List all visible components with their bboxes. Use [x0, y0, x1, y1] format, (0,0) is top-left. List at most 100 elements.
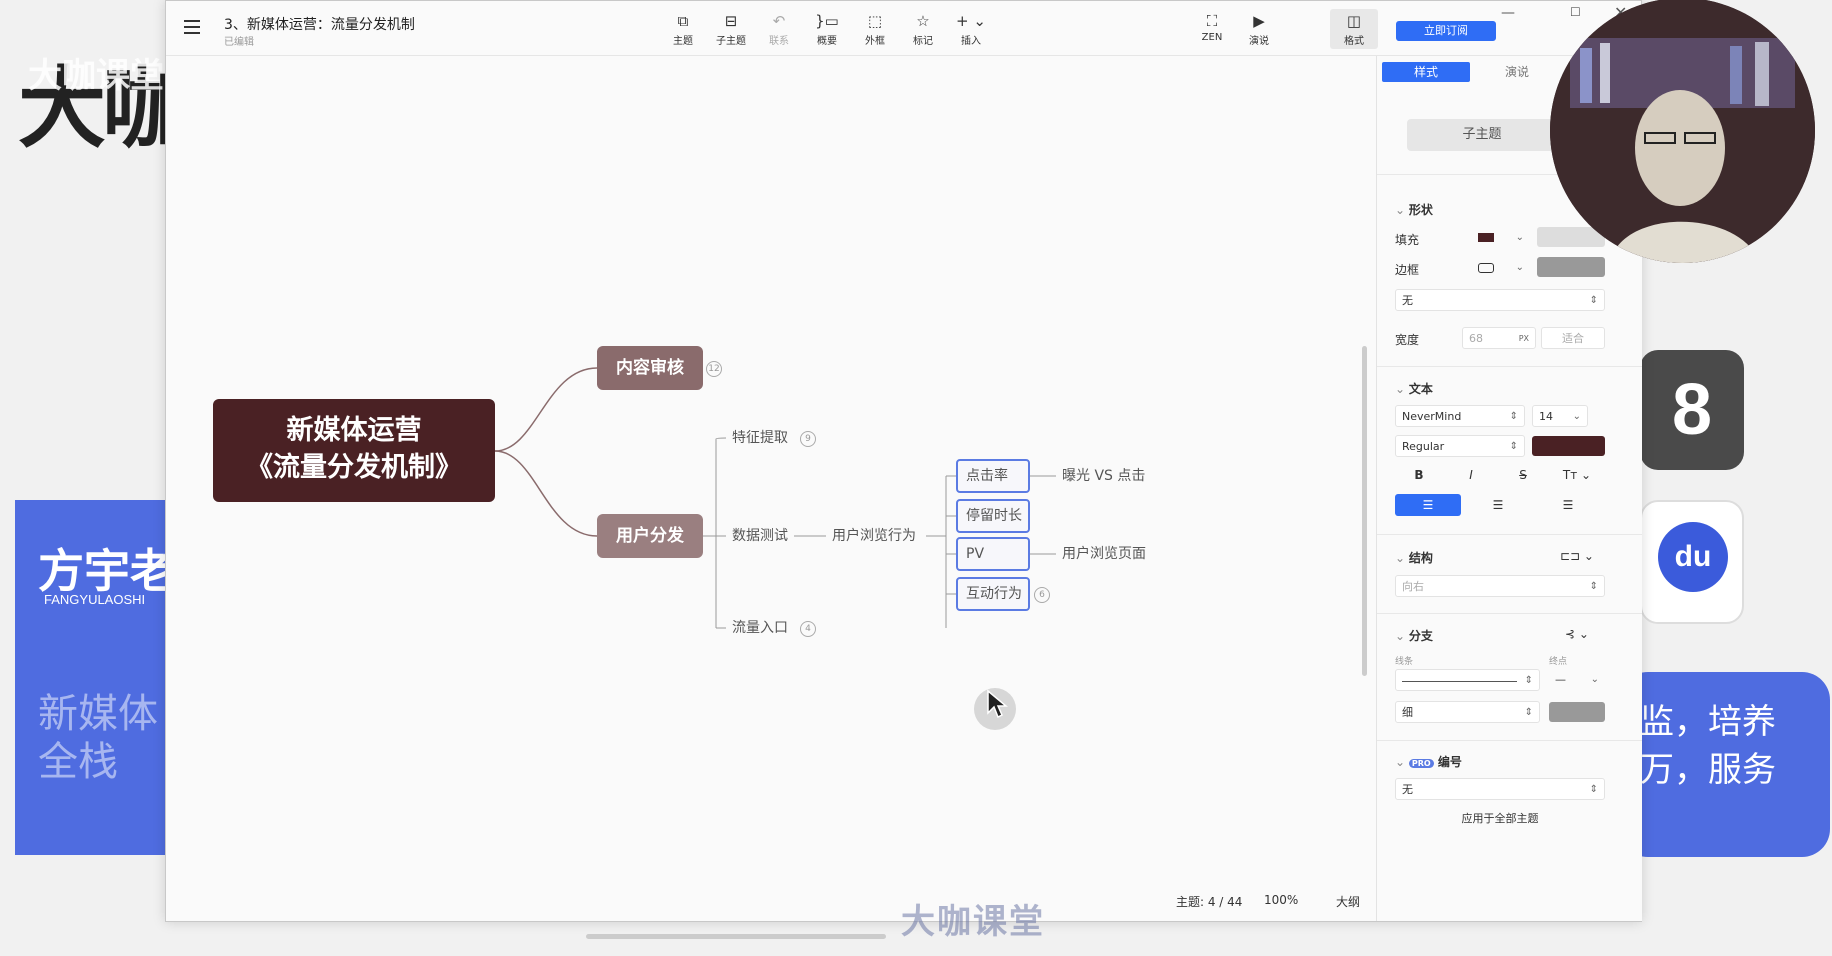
metric-interaction[interactable]: 互动行为	[956, 577, 1030, 611]
zoom-level[interactable]: 100%	[1264, 893, 1298, 907]
metric-click-rate[interactable]: 点击率	[956, 459, 1030, 493]
minimize-icon[interactable]: —	[1501, 5, 1515, 21]
mindmap-window: 3、新媒体运营：流量分发机制 已编辑 ⧉ 主题 ⊟ 子主题 ↶ 联系 }▭ 概要…	[165, 0, 1642, 942]
subtopic-traffic-entry[interactable]: 流量入口	[726, 615, 794, 641]
mindmap-canvas[interactable]: 新媒体运营 《流量分发机制》 内容审核 12 用户分发 特征提取 9 数据测试 …	[166, 56, 1374, 942]
text-case-label: Tт	[1562, 468, 1578, 482]
font-size-value: 14	[1539, 410, 1553, 423]
toolbar-boundary-button[interactable]: ⬚ 外框	[851, 11, 899, 47]
border-style-select[interactable]: 无 ⇕	[1395, 289, 1605, 311]
main-topic-content-review[interactable]: 内容审核	[597, 346, 703, 390]
central-topic-line: 新媒体运营	[286, 415, 422, 446]
outline-button[interactable]: 大纲	[1336, 893, 1360, 910]
section-text[interactable]: 文本	[1395, 380, 1433, 397]
border-label: 边框	[1395, 263, 1420, 277]
toolbar-label: 插入	[961, 36, 981, 47]
toolbar-pitch-button[interactable]: ▶ 演说	[1235, 11, 1283, 47]
text-color-swatch[interactable]	[1532, 436, 1605, 456]
tab-pitch[interactable]: 演说	[1473, 62, 1561, 82]
app-logo-icon: 8	[1640, 350, 1744, 470]
toolbar-topic-button[interactable]: ⧉ 主题	[659, 11, 707, 47]
border-style-value: 无	[1402, 294, 1413, 307]
font-size-select[interactable]: 14 ⌄	[1532, 405, 1588, 427]
structure-icon[interactable]: ⊏⊐ ⌄	[1549, 545, 1605, 567]
numbering-title: 编号	[1437, 755, 1462, 769]
slide-right-text: 监，培养 万，服务	[1640, 698, 1776, 794]
toolbar-label: 概要	[817, 36, 837, 47]
hamburger-menu-icon[interactable]	[184, 19, 202, 35]
baidu-paw-label: du	[1658, 522, 1728, 592]
toolbar-format-button[interactable]: ◫ 格式	[1330, 9, 1378, 49]
note-browse-page[interactable]: 用户浏览页面	[1056, 541, 1152, 567]
section-branch[interactable]: 分支	[1395, 627, 1433, 644]
slide-blurb: 新媒体 全栈	[38, 690, 158, 786]
metric-pv[interactable]: PV	[956, 537, 1030, 571]
branch-color-swatch[interactable]	[1549, 702, 1605, 722]
width-value: 68	[1469, 332, 1483, 345]
numbering-value: 无	[1402, 783, 1413, 796]
collapse-badge[interactable]: 4	[800, 621, 816, 637]
strikethrough-button[interactable]: S	[1499, 464, 1547, 486]
section-shape[interactable]: 形状	[1395, 201, 1433, 218]
toolbar-insert-button[interactable]: + ⌄ 插入	[947, 11, 995, 47]
width-fit-button[interactable]: 适合	[1541, 327, 1605, 349]
webcam-overlay	[1550, 0, 1815, 263]
main-topic-user-distribution[interactable]: 用户分发	[597, 514, 703, 558]
topic-icon: ⧉	[677, 12, 689, 30]
subtopic-browse-behavior[interactable]: 用户浏览行为	[826, 523, 922, 549]
line-thickness-select[interactable]: 细 ⇕	[1395, 701, 1540, 723]
border-shape-select[interactable]: ⌄	[1472, 257, 1530, 279]
subtopic-data-testing[interactable]: 数据测试	[726, 523, 794, 549]
line-style-select[interactable]: ⇕	[1395, 669, 1540, 691]
collapse-badge[interactable]: 9	[800, 431, 816, 447]
italic-button[interactable]: I	[1447, 464, 1495, 486]
toolbar-zen-button[interactable]: ⛶ ZEN	[1188, 11, 1236, 43]
text-case-button[interactable]: Tт ⌄	[1549, 464, 1605, 486]
align-center-icon[interactable]: ☰	[1465, 494, 1531, 516]
presenter-video-icon	[1550, 0, 1815, 263]
section-structure[interactable]: 结构	[1395, 549, 1433, 566]
subtopic-feature-extraction[interactable]: 特征提取	[726, 425, 794, 451]
align-right-icon[interactable]: ☰	[1535, 494, 1601, 516]
width-unit: PX	[1518, 334, 1529, 343]
numbering-select[interactable]: 无 ⇕	[1395, 778, 1605, 800]
end-label: 终点	[1549, 657, 1568, 667]
bold-button[interactable]: B	[1395, 464, 1443, 486]
central-topic[interactable]: 新媒体运营 《流量分发机制》	[213, 399, 495, 502]
width-label: 宽度	[1395, 333, 1420, 347]
slide-brand-watermark: 大咖课堂	[28, 56, 164, 96]
section-numbering[interactable]: PRO 编号	[1395, 753, 1462, 770]
baidu-logo-icon: du	[1640, 500, 1744, 624]
toolbar-subtopic-button[interactable]: ⊟ 子主题	[707, 11, 755, 47]
horizontal-scrollbar[interactable]	[586, 934, 886, 939]
boundary-icon: ⬚	[867, 12, 883, 30]
border-color-swatch[interactable]	[1537, 257, 1605, 277]
tab-style[interactable]: 样式	[1382, 62, 1470, 82]
structure-direction-select[interactable]: 向右 ⇕	[1395, 575, 1605, 597]
collapse-badge[interactable]: 12	[706, 361, 722, 377]
apply-all-button[interactable]: 应用于全部主题	[1395, 808, 1605, 830]
document-title: 3、新媒体运营：流量分发机制	[224, 17, 415, 33]
star-icon: ☆	[916, 12, 930, 30]
branch-style-icon[interactable]: ⊰ ⌄	[1549, 623, 1605, 645]
toolbar-summary-button[interactable]: }▭ 概要	[803, 11, 851, 47]
toolbar-relationship-button[interactable]: ↶ 联系	[755, 11, 803, 47]
subscribe-button[interactable]: 立即订阅	[1396, 21, 1496, 41]
teacher-pinyin: FANGYULAOSHI	[44, 592, 146, 607]
maximize-icon[interactable]: ☐	[1570, 5, 1581, 19]
font-family-select[interactable]: NeverMind ⇕	[1395, 405, 1525, 427]
slide-right-line: 监，培养	[1640, 702, 1776, 742]
align-left-icon[interactable]: ☰	[1395, 494, 1461, 516]
font-weight-select[interactable]: Regular ⇕	[1395, 435, 1525, 457]
width-input[interactable]: 68 PX	[1462, 327, 1536, 349]
toolbar-marker-button[interactable]: ☆ 标记	[899, 11, 947, 47]
line-end-select[interactable]: — ⌄	[1549, 669, 1605, 691]
style-preset-button[interactable]: 子主题	[1407, 119, 1557, 151]
note-exposure-vs-click[interactable]: 曝光 VS 点击	[1056, 463, 1151, 489]
subtopic-icon: ⊟	[724, 12, 738, 30]
mouse-cursor-icon	[987, 689, 1008, 719]
fill-shape-select[interactable]: ⌄	[1472, 227, 1530, 249]
vertical-scrollbar[interactable]	[1362, 346, 1367, 676]
collapse-badge[interactable]: 6	[1034, 587, 1050, 603]
metric-dwell-time[interactable]: 停留时长	[956, 499, 1030, 533]
